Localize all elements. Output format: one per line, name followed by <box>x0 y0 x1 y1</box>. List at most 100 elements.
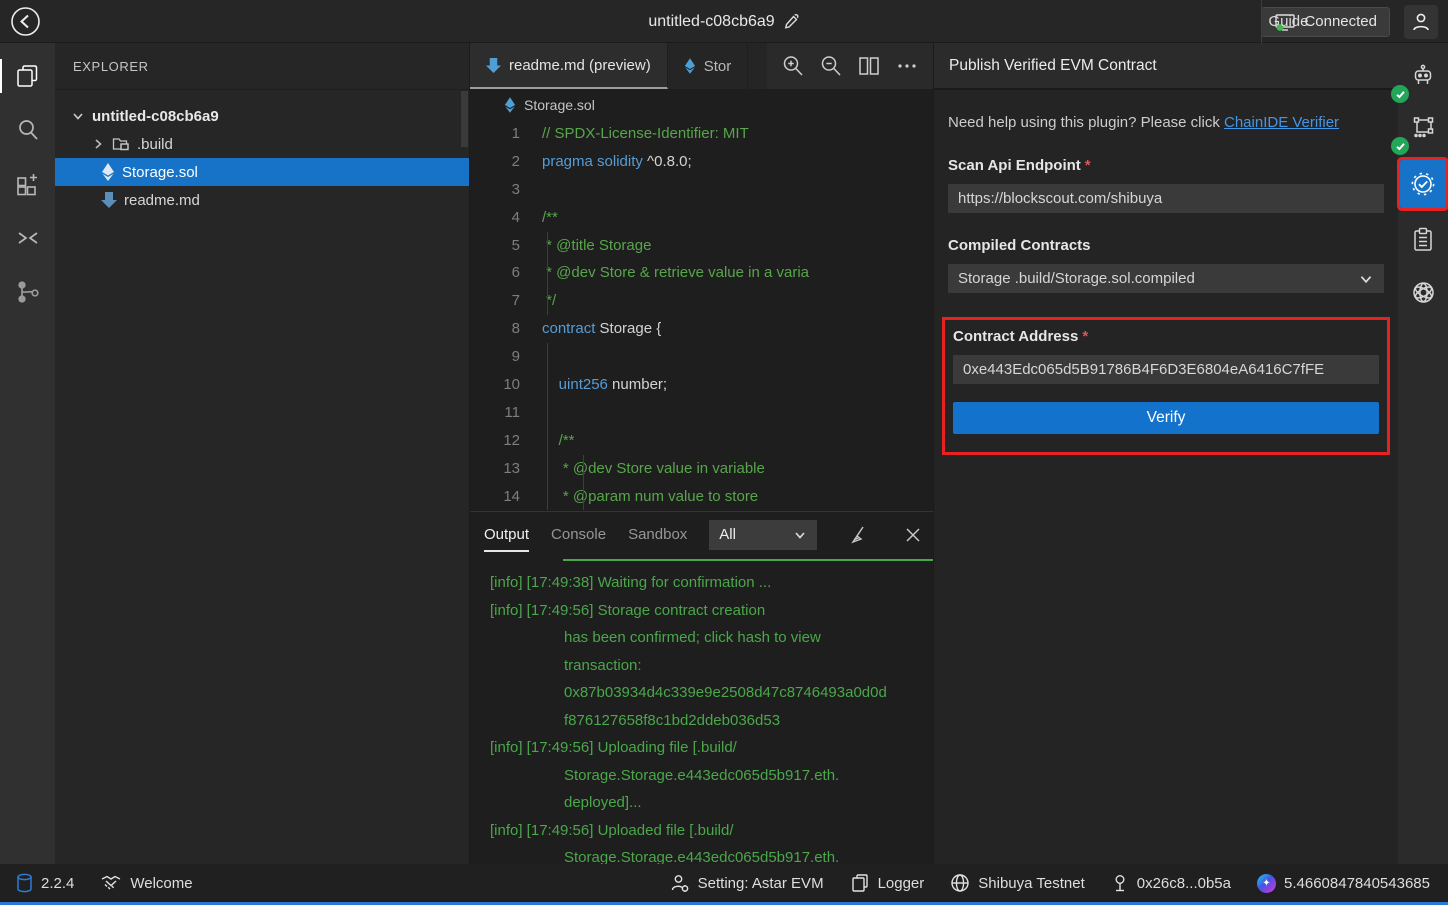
chainide-verifier-link[interactable]: ChainIDE Verifier <box>1224 114 1339 131</box>
chevron-down-icon <box>1358 271 1374 287</box>
avatar[interactable] <box>1404 5 1438 39</box>
editor-tab-strip: readme.md (preview) Stor <box>470 43 933 89</box>
openai-icon <box>1410 279 1437 306</box>
guide-button[interactable]: Guide <box>1261 0 1262 43</box>
status-left-group: 2.2.4 Welcome <box>16 873 193 893</box>
code-editor[interactable]: 1// SPDX-License-Identifier: MIT2pragma … <box>470 120 933 511</box>
clear-log-button[interactable] <box>849 524 871 546</box>
split-editor-icon <box>857 54 881 78</box>
compiled-contracts-value: Storage .build/Storage.sol.compiled <box>958 270 1195 287</box>
code-line: 7 */ <box>470 287 933 315</box>
network-label: Shibuya Testnet <box>978 875 1084 892</box>
connected-label: Connected <box>1304 13 1377 30</box>
wallet-address-item[interactable]: 0x26c8...0b5a <box>1111 873 1231 893</box>
chevron-down-icon <box>71 109 85 123</box>
verify-button[interactable]: Verify <box>953 402 1379 434</box>
search-icon <box>15 117 41 143</box>
line-number: 10 <box>470 371 542 399</box>
code-text: /** <box>542 427 933 455</box>
contract-list-plugin-button[interactable] <box>1400 217 1446 263</box>
tab-output[interactable]: Output <box>484 512 529 558</box>
balance-item[interactable]: ✦ 5.4660847840543685 <box>1257 874 1430 893</box>
code-token: * @title Storage <box>542 237 651 254</box>
tree-item-build[interactable]: .build <box>55 130 469 158</box>
version-item[interactable]: 2.2.4 <box>16 873 74 893</box>
code-text <box>542 343 933 371</box>
person-gear-icon <box>670 873 690 893</box>
network-item[interactable]: Shibuya Testnet <box>950 873 1084 893</box>
breadcrumb[interactable]: Storage.sol <box>470 89 933 120</box>
explorer-sidebar: EXPLORER untitled-c08cb6a9 .build Storag… <box>55 43 470 864</box>
welcome-item[interactable]: Welcome <box>100 873 192 893</box>
split-editor-button[interactable] <box>857 54 881 78</box>
check-icon <box>1395 141 1406 152</box>
tab-console[interactable]: Console <box>551 512 606 558</box>
line-number: 4 <box>470 204 542 232</box>
line-number: 11 <box>470 399 542 427</box>
setting-item[interactable]: Setting: Astar EVM <box>670 873 824 893</box>
tree-root-folder[interactable]: untitled-c08cb6a9 <box>55 102 469 130</box>
ethereum-icon <box>101 162 115 182</box>
log-line: Storage.Storage.e443edc065d5b917.eth. <box>490 844 933 864</box>
version-label: 2.2.4 <box>41 875 74 892</box>
line-number: 14 <box>470 483 542 511</box>
database-icon <box>16 873 33 893</box>
location-pin-icon <box>1111 873 1129 893</box>
contract-address-input[interactable] <box>953 355 1379 384</box>
openai-plugin-button[interactable] <box>1400 269 1446 315</box>
tab-storage-sol[interactable]: Stor <box>668 43 749 89</box>
design-plugin-button[interactable] <box>1400 105 1446 151</box>
more-actions-button[interactable] <box>895 54 919 78</box>
frame-grid-icon <box>1409 114 1437 142</box>
setting-label: Setting: Astar EVM <box>698 875 824 892</box>
verifier-plugin-button[interactable] <box>1400 157 1446 211</box>
verifier-active-tile <box>1400 160 1446 208</box>
tab-readme-preview[interactable]: readme.md (preview) <box>470 43 668 89</box>
git-branch-icon <box>15 279 41 305</box>
ai-assistant-plugin-button[interactable] <box>1400 53 1446 99</box>
scan-api-input[interactable] <box>948 184 1384 213</box>
plugin-body: Need help using this plugin? Please clic… <box>934 90 1398 455</box>
zoom-in-button[interactable] <box>781 54 805 78</box>
logger-item[interactable]: Logger <box>850 873 925 893</box>
indent-guide <box>547 483 548 511</box>
zoom-out-button[interactable] <box>819 54 843 78</box>
tree-item-storage-sol[interactable]: Storage.sol <box>55 158 469 186</box>
wallet-address-label: 0x26c8...0b5a <box>1137 875 1231 892</box>
indent-guide <box>583 455 584 483</box>
astar-token-icon: ✦ <box>1257 874 1276 893</box>
contract-address-label-text: Contract Address <box>953 328 1078 345</box>
top-bar: untitled-c08cb6a9 Guide Connected <box>0 0 1448 43</box>
plugin-manager-activity-button[interactable] <box>5 161 51 207</box>
compiled-contracts-label: Compiled Contracts <box>948 237 1384 254</box>
tree-item-readme-md[interactable]: readme.md <box>55 186 469 214</box>
guide-label: Guide <box>1268 13 1308 30</box>
collapse-activity-button[interactable] <box>5 215 51 261</box>
explorer-activity-button[interactable] <box>5 53 51 99</box>
output-log[interactable]: [info] [17:49:38] Waiting for confirmati… <box>470 557 933 864</box>
code-token: ^0.8.0; <box>643 153 692 170</box>
code-token: /** <box>542 209 558 226</box>
log-filter-select[interactable]: All <box>709 520 817 550</box>
git-activity-button[interactable] <box>5 269 51 315</box>
log-hash-link[interactable]: 0x87b03934d4c339e9e2508d47c8746493a0d0d <box>490 679 933 707</box>
status-right-group: Setting: Astar EVM Logger Shibuya Testne… <box>670 873 1430 893</box>
project-title-wrap: untitled-c08cb6a9 <box>0 0 1448 43</box>
search-activity-button[interactable] <box>5 107 51 153</box>
explorer-scrollbar[interactable] <box>461 91 468 147</box>
line-number: 2 <box>470 148 542 176</box>
log-line: has been confirmed; click hash to view <box>490 624 933 652</box>
code-text: * @title Storage <box>542 232 933 260</box>
ethereum-icon <box>684 57 696 75</box>
line-number: 3 <box>470 176 542 204</box>
edit-title-icon[interactable] <box>783 13 800 30</box>
compiled-contracts-select[interactable]: Storage .build/Storage.sol.compiled <box>948 264 1384 293</box>
tab-sandbox[interactable]: Sandbox <box>628 512 687 558</box>
contract-address-label: Contract Address* <box>953 328 1379 345</box>
code-line: 1// SPDX-License-Identifier: MIT <box>470 120 933 148</box>
code-token: // SPDX-License-Identifier: MIT <box>542 125 749 142</box>
required-asterisk: * <box>1082 328 1088 345</box>
line-number: 9 <box>470 343 542 371</box>
markdown-download-icon <box>486 57 501 74</box>
close-panel-button[interactable] <box>903 525 923 545</box>
